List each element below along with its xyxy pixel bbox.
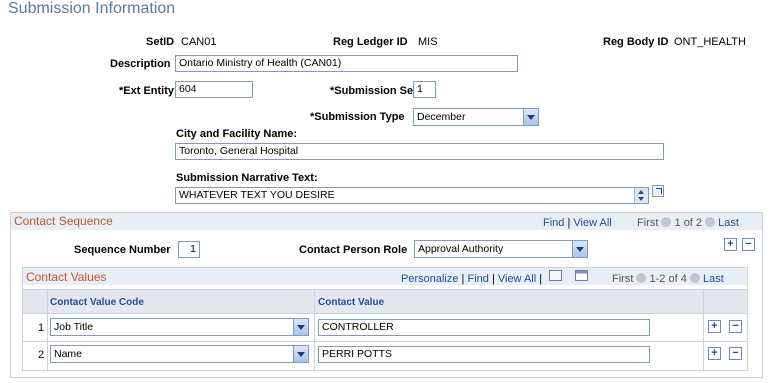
contact-values-paging: First 1-2 of 4 Last <box>612 273 724 285</box>
view-all-link[interactable]: View All <box>573 217 611 229</box>
next-icon[interactable] <box>705 217 716 227</box>
narrative-label: Submission Narrative Text: <box>176 172 318 184</box>
new-window-icon[interactable] <box>549 270 562 281</box>
contact-role-label: Contact Person Role <box>299 244 408 256</box>
view-all-link[interactable]: View All <box>498 273 536 285</box>
chevron-down-icon[interactable] <box>523 109 538 125</box>
remove-row-icon[interactable]: − <box>742 238 755 251</box>
add-row-icon[interactable]: + <box>724 238 737 251</box>
scroll-up-icon[interactable] <box>638 190 644 194</box>
column-header-code[interactable]: Contact Value Code <box>50 297 144 308</box>
ext-entity-field[interactable]: 604 <box>175 81 253 98</box>
contact-sequence-paging: First 1 of 2 Last <box>637 217 739 229</box>
city-field[interactable]: Toronto, General Hospital <box>175 143 664 160</box>
previous-icon[interactable] <box>661 217 672 227</box>
setid-value: CAN01 <box>181 36 217 48</box>
find-link[interactable]: Find <box>467 273 488 285</box>
contact-sequence-nav: Find | View All <box>543 217 612 229</box>
page-count: 1 of 2 <box>674 217 703 229</box>
row-number: 2 <box>38 349 45 361</box>
first-label[interactable]: First <box>612 273 633 285</box>
narrative-textarea[interactable]: WHATEVER TEXT YOU DESIRE <box>175 187 649 204</box>
add-row-icon[interactable]: + <box>708 320 721 333</box>
contact-value-field[interactable]: CONTROLLER <box>318 319 650 336</box>
add-row-icon[interactable]: + <box>708 347 721 360</box>
chevron-down-icon[interactable] <box>293 319 308 335</box>
submission-seq-field[interactable]: 1 <box>413 81 436 98</box>
submission-type-value: December <box>417 111 466 123</box>
reg-body-label: Reg Body ID <box>603 36 669 48</box>
last-link[interactable]: Last <box>718 217 739 229</box>
scrollbar[interactable] <box>634 188 648 203</box>
contact-role-value: Approval Authority <box>418 243 504 255</box>
submission-type-select[interactable]: December <box>413 108 539 126</box>
contact-value-code: Name <box>54 348 83 360</box>
download-grid-icon[interactable] <box>575 270 588 281</box>
previous-icon[interactable] <box>636 273 647 283</box>
description-label: Description <box>110 58 171 70</box>
remove-row-icon[interactable]: − <box>729 347 742 360</box>
sequence-number-field[interactable]: 1 <box>178 241 200 258</box>
row-number: 1 <box>38 322 45 334</box>
first-label[interactable]: First <box>637 217 658 229</box>
column-header-value[interactable]: Contact Value <box>318 297 384 308</box>
city-label: City and Facility Name: <box>176 128 298 140</box>
description-field[interactable]: Ontario Ministry of Health (CAN01) <box>175 55 518 72</box>
chevron-down-icon[interactable] <box>572 241 587 257</box>
remove-row-icon[interactable]: − <box>729 320 742 333</box>
contact-values-nav: Personalize | Find | View All | <box>401 273 543 285</box>
contact-role-select[interactable]: Approval Authority <box>414 240 588 258</box>
reg-body-value: ONT_HEALTH <box>674 36 746 48</box>
expand-text-icon[interactable] <box>652 185 664 197</box>
contact-sequence-title: Contact Sequence <box>14 214 113 228</box>
chevron-down-icon[interactable] <box>293 346 308 362</box>
contact-value-code-select[interactable]: Job Title <box>50 318 309 336</box>
reg-ledger-label: Reg Ledger ID <box>333 36 408 48</box>
reg-ledger-value: MIS <box>418 36 438 48</box>
scroll-down-icon[interactable] <box>638 197 644 201</box>
contact-values-title: Contact Values <box>26 270 107 284</box>
personalize-link[interactable]: Personalize <box>401 273 458 285</box>
sequence-number-label: Sequence Number <box>74 244 171 256</box>
setid-label: SetID <box>146 36 175 48</box>
next-icon[interactable] <box>689 273 700 283</box>
narrative-text: WHATEVER TEXT YOU DESIRE <box>179 189 335 201</box>
submission-seq-label: *Submission Seq <box>330 85 420 97</box>
submission-type-label: *Submission Type <box>310 111 405 123</box>
find-link[interactable]: Find <box>543 217 564 229</box>
page-title: Submission Information <box>8 0 176 17</box>
page-count: 1-2 of 4 <box>649 273 687 285</box>
contact-value-code-select[interactable]: Name <box>50 345 309 363</box>
last-link[interactable]: Last <box>703 273 724 285</box>
contact-value-field[interactable]: PERRI POTTS <box>318 346 650 363</box>
contact-value-code: Job Title <box>54 321 94 333</box>
ext-entity-label: *Ext Entity <box>119 85 175 97</box>
